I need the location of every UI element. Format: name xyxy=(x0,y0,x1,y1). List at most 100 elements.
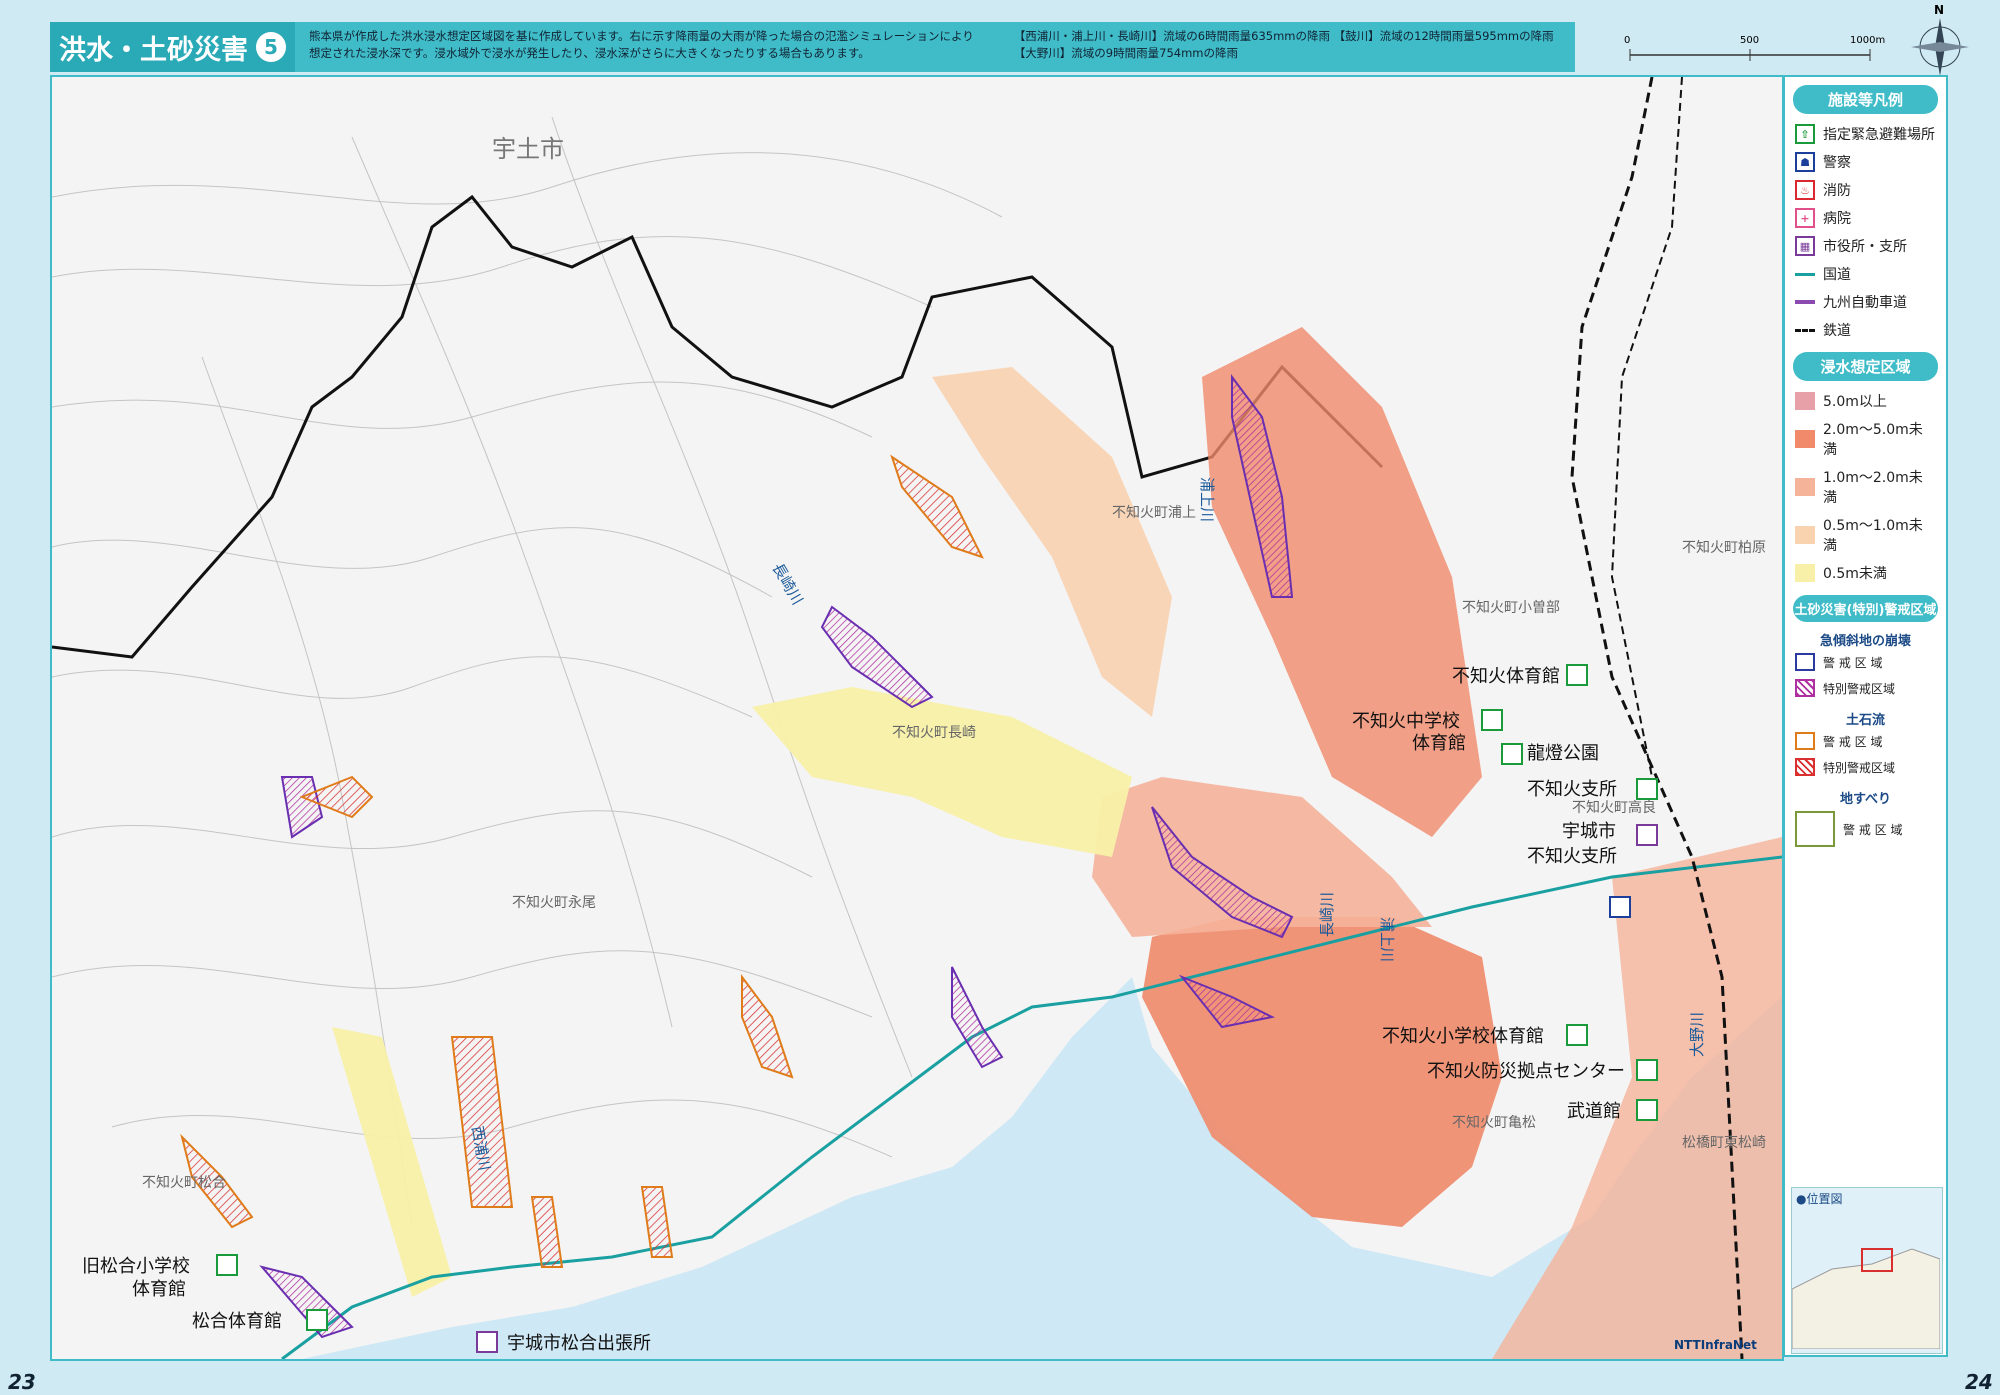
debris-special-swatch xyxy=(1795,758,1815,776)
place-label-uto: 宇土市 xyxy=(492,135,564,163)
legend-debris-title: 土石流 xyxy=(1845,713,1885,728)
legend-flood-05m-label: 0.5m未満 xyxy=(1823,566,1887,582)
facility-shiranui-gym: 不知火体育館 xyxy=(1452,666,1560,687)
legend-flood-2-5m-label: 2.0m～5.0m未満 xyxy=(1823,422,1923,458)
city-office-icon xyxy=(476,1331,498,1353)
flood-1-2m-swatch xyxy=(1795,478,1815,496)
legend-fire-label: 消防 xyxy=(1823,183,1851,199)
legend-hospital-label: 病院 xyxy=(1823,211,1851,227)
place-label-higashimatsuzaki: 松橋町東松崎 xyxy=(1682,1135,1766,1151)
facility-matsuai-office: 宇城市松合出張所 xyxy=(507,1333,651,1354)
fire-icon: ♨ xyxy=(1795,180,1815,200)
place-label-kashiwara: 不知火町柏原 xyxy=(1682,539,1766,556)
legend-flood-05-1m-label: 0.5m～1.0m未満 xyxy=(1823,518,1923,554)
legend-landslide-title: 地すべり xyxy=(1839,792,1892,807)
evacuation-icon xyxy=(1566,664,1588,686)
facility-old-matsuai-gym: 体育館 xyxy=(132,1279,186,1300)
river-label-nagasaki-lower: 長崎川 xyxy=(1318,892,1336,937)
legend-steep-special-label: 特別警戒区域 xyxy=(1823,681,1896,696)
legend-sediment-title: 土砂災害(特別)警戒区域 xyxy=(1793,595,1938,622)
legend-flood-1-2m-label: 1.0m～2.0m未満 xyxy=(1823,470,1923,506)
legend-evacuation: ⇧ 指定緊急避難場所 xyxy=(1785,120,1946,148)
legend-national-road-label: 国道 xyxy=(1823,267,1851,283)
legend-steep-title: 急傾斜地の崩壊 xyxy=(1819,634,1911,649)
facility-shiranui-elem-gym: 不知火小学校体育館 xyxy=(1382,1026,1544,1047)
flood-05m-swatch xyxy=(1795,564,1815,582)
evacuation-icon xyxy=(1566,1024,1588,1046)
legend-debris-warning: 警 戒 区 域 xyxy=(1785,728,1946,754)
legend-railway: 鉄道 xyxy=(1785,316,1946,344)
facility-shiranui-branch-office: 不知火支所 xyxy=(1527,846,1617,867)
scale-bar: 0 500 1000m xyxy=(1610,25,1900,75)
credit-text: NTTInfraNet xyxy=(1674,1338,1757,1352)
map-legend: 施設等凡例 ⇧ 指定緊急避難場所 ☗ 警察 ♨ 消防 + 病院 ▦ 市役所・支所… xyxy=(1783,75,1948,1357)
evacuation-icon xyxy=(306,1309,328,1331)
legend-police-label: 警察 xyxy=(1823,155,1851,171)
place-label-matsuai: 不知火町松合 xyxy=(142,1174,226,1191)
hospital-icon: + xyxy=(1795,208,1815,228)
steep-special-swatch xyxy=(1795,679,1815,697)
city-office-icon: ▦ xyxy=(1795,236,1815,256)
legend-railway-label: 鉄道 xyxy=(1823,323,1851,339)
legend-landslide-warning-label: 警 戒 区 域 xyxy=(1843,822,1903,837)
title-text: 洪水・土砂災害 xyxy=(59,34,248,66)
legend-steep-warning-label: 警 戒 区 域 xyxy=(1823,655,1883,670)
legend-hospital: + 病院 xyxy=(1785,204,1946,232)
legend-flood-2-5m: 2.0m～5.0m未満 xyxy=(1785,415,1946,463)
legend-steep-special: 特別警戒区域 xyxy=(1785,675,1946,701)
legend-flood-title: 浸水想定区域 xyxy=(1793,352,1938,381)
evacuation-icon: ⇧ xyxy=(1795,124,1815,144)
flood-05-1m-swatch xyxy=(1795,526,1815,544)
evacuation-icon xyxy=(1501,743,1523,765)
hazard-map[interactable]: 宇土市 不知火町浦上 不知火町柏原 不知火町小曽部 不知火町長崎 不知火町高良 … xyxy=(50,75,1784,1361)
legend-landslide-warning: 警 戒 区 域 xyxy=(1785,807,1946,851)
location-inset-title: ●位置図 xyxy=(1796,1192,1843,1206)
flood-zone-nishiura xyxy=(332,1027,452,1297)
facility-shiranui-jhs: 不知火中学校 xyxy=(1352,711,1460,732)
river-label-uragami-lower: 浦上川 xyxy=(1378,917,1396,962)
flood-5m-swatch xyxy=(1795,392,1815,410)
description-text: 熊本県が作成した洪水浸水想定区域図を基に作成しています。右に示す降雨量の大雨が降… xyxy=(309,29,974,60)
landslide-warning-swatch xyxy=(1795,811,1835,847)
legend-flood-5m-label: 5.0m以上 xyxy=(1823,394,1887,410)
facility-ryuto-park: 龍燈公園 xyxy=(1527,743,1599,764)
legend-evacuation-label: 指定緊急避難場所 xyxy=(1823,127,1935,143)
legend-expressway-label: 九州自動車道 xyxy=(1823,295,1907,311)
flood-zone-nagasaki xyxy=(752,687,1132,857)
municipal-boundary xyxy=(52,194,1384,659)
scale-label-1000: 1000m xyxy=(1850,35,1885,46)
map-header: 洪水・土砂災害 5 熊本県が作成した洪水浸水想定区域図を基に作成しています。右に… xyxy=(50,22,1575,72)
legend-fire: ♨ 消防 xyxy=(1785,176,1946,204)
place-label-kamematsu: 不知火町亀松 xyxy=(1452,1114,1536,1131)
steep-warning-swatch xyxy=(1795,653,1815,671)
police-icon xyxy=(1609,896,1631,918)
scale-label-0: 0 xyxy=(1624,35,1630,46)
rainfall-conditions: 【西浦川・浦上川・長崎川】流域の6時間雨量635mmの降雨 【鼓川】流域の12時… xyxy=(1013,29,1554,60)
evacuation-icon xyxy=(1636,778,1658,800)
place-label-kosobe: 不知火町小曽部 xyxy=(1462,599,1560,616)
railway-swatch xyxy=(1795,328,1815,332)
railway-line-2 xyxy=(1610,77,1683,778)
national-road-swatch xyxy=(1795,272,1815,276)
evacuation-icon xyxy=(1636,1059,1658,1081)
legend-city-office-label: 市役所・支所 xyxy=(1823,239,1907,255)
location-inset-map xyxy=(1791,1248,1941,1350)
legend-city-office: ▦ 市役所・支所 xyxy=(1785,232,1946,260)
expressway-swatch xyxy=(1795,300,1815,304)
title-number-badge: 5 xyxy=(256,32,286,62)
facility-disaster-center: 不知火防災拠点センター xyxy=(1427,1061,1625,1082)
debris-warning-swatch xyxy=(1795,732,1815,750)
legend-expressway: 九州自動車道 xyxy=(1785,288,1946,316)
legend-flood-05-1m: 0.5m～1.0m未満 xyxy=(1785,511,1946,559)
legend-steep-warning: 警 戒 区 域 xyxy=(1785,649,1946,675)
facility-matsuai-gym: 松合体育館 xyxy=(192,1311,282,1332)
legend-police: ☗ 警察 xyxy=(1785,148,1946,176)
compass-north-label: N xyxy=(1934,3,1944,17)
legend-national-road: 国道 xyxy=(1785,260,1946,288)
page-number-right: 24 xyxy=(1965,1370,1993,1394)
page-number-left: 23 xyxy=(8,1370,36,1394)
evacuation-icon xyxy=(216,1254,238,1276)
debris-flow-zones xyxy=(180,454,984,1268)
river-label-nagasaki-upper: 長崎川 xyxy=(769,560,807,608)
place-label-uragami: 不知火町浦上 xyxy=(1112,504,1196,521)
